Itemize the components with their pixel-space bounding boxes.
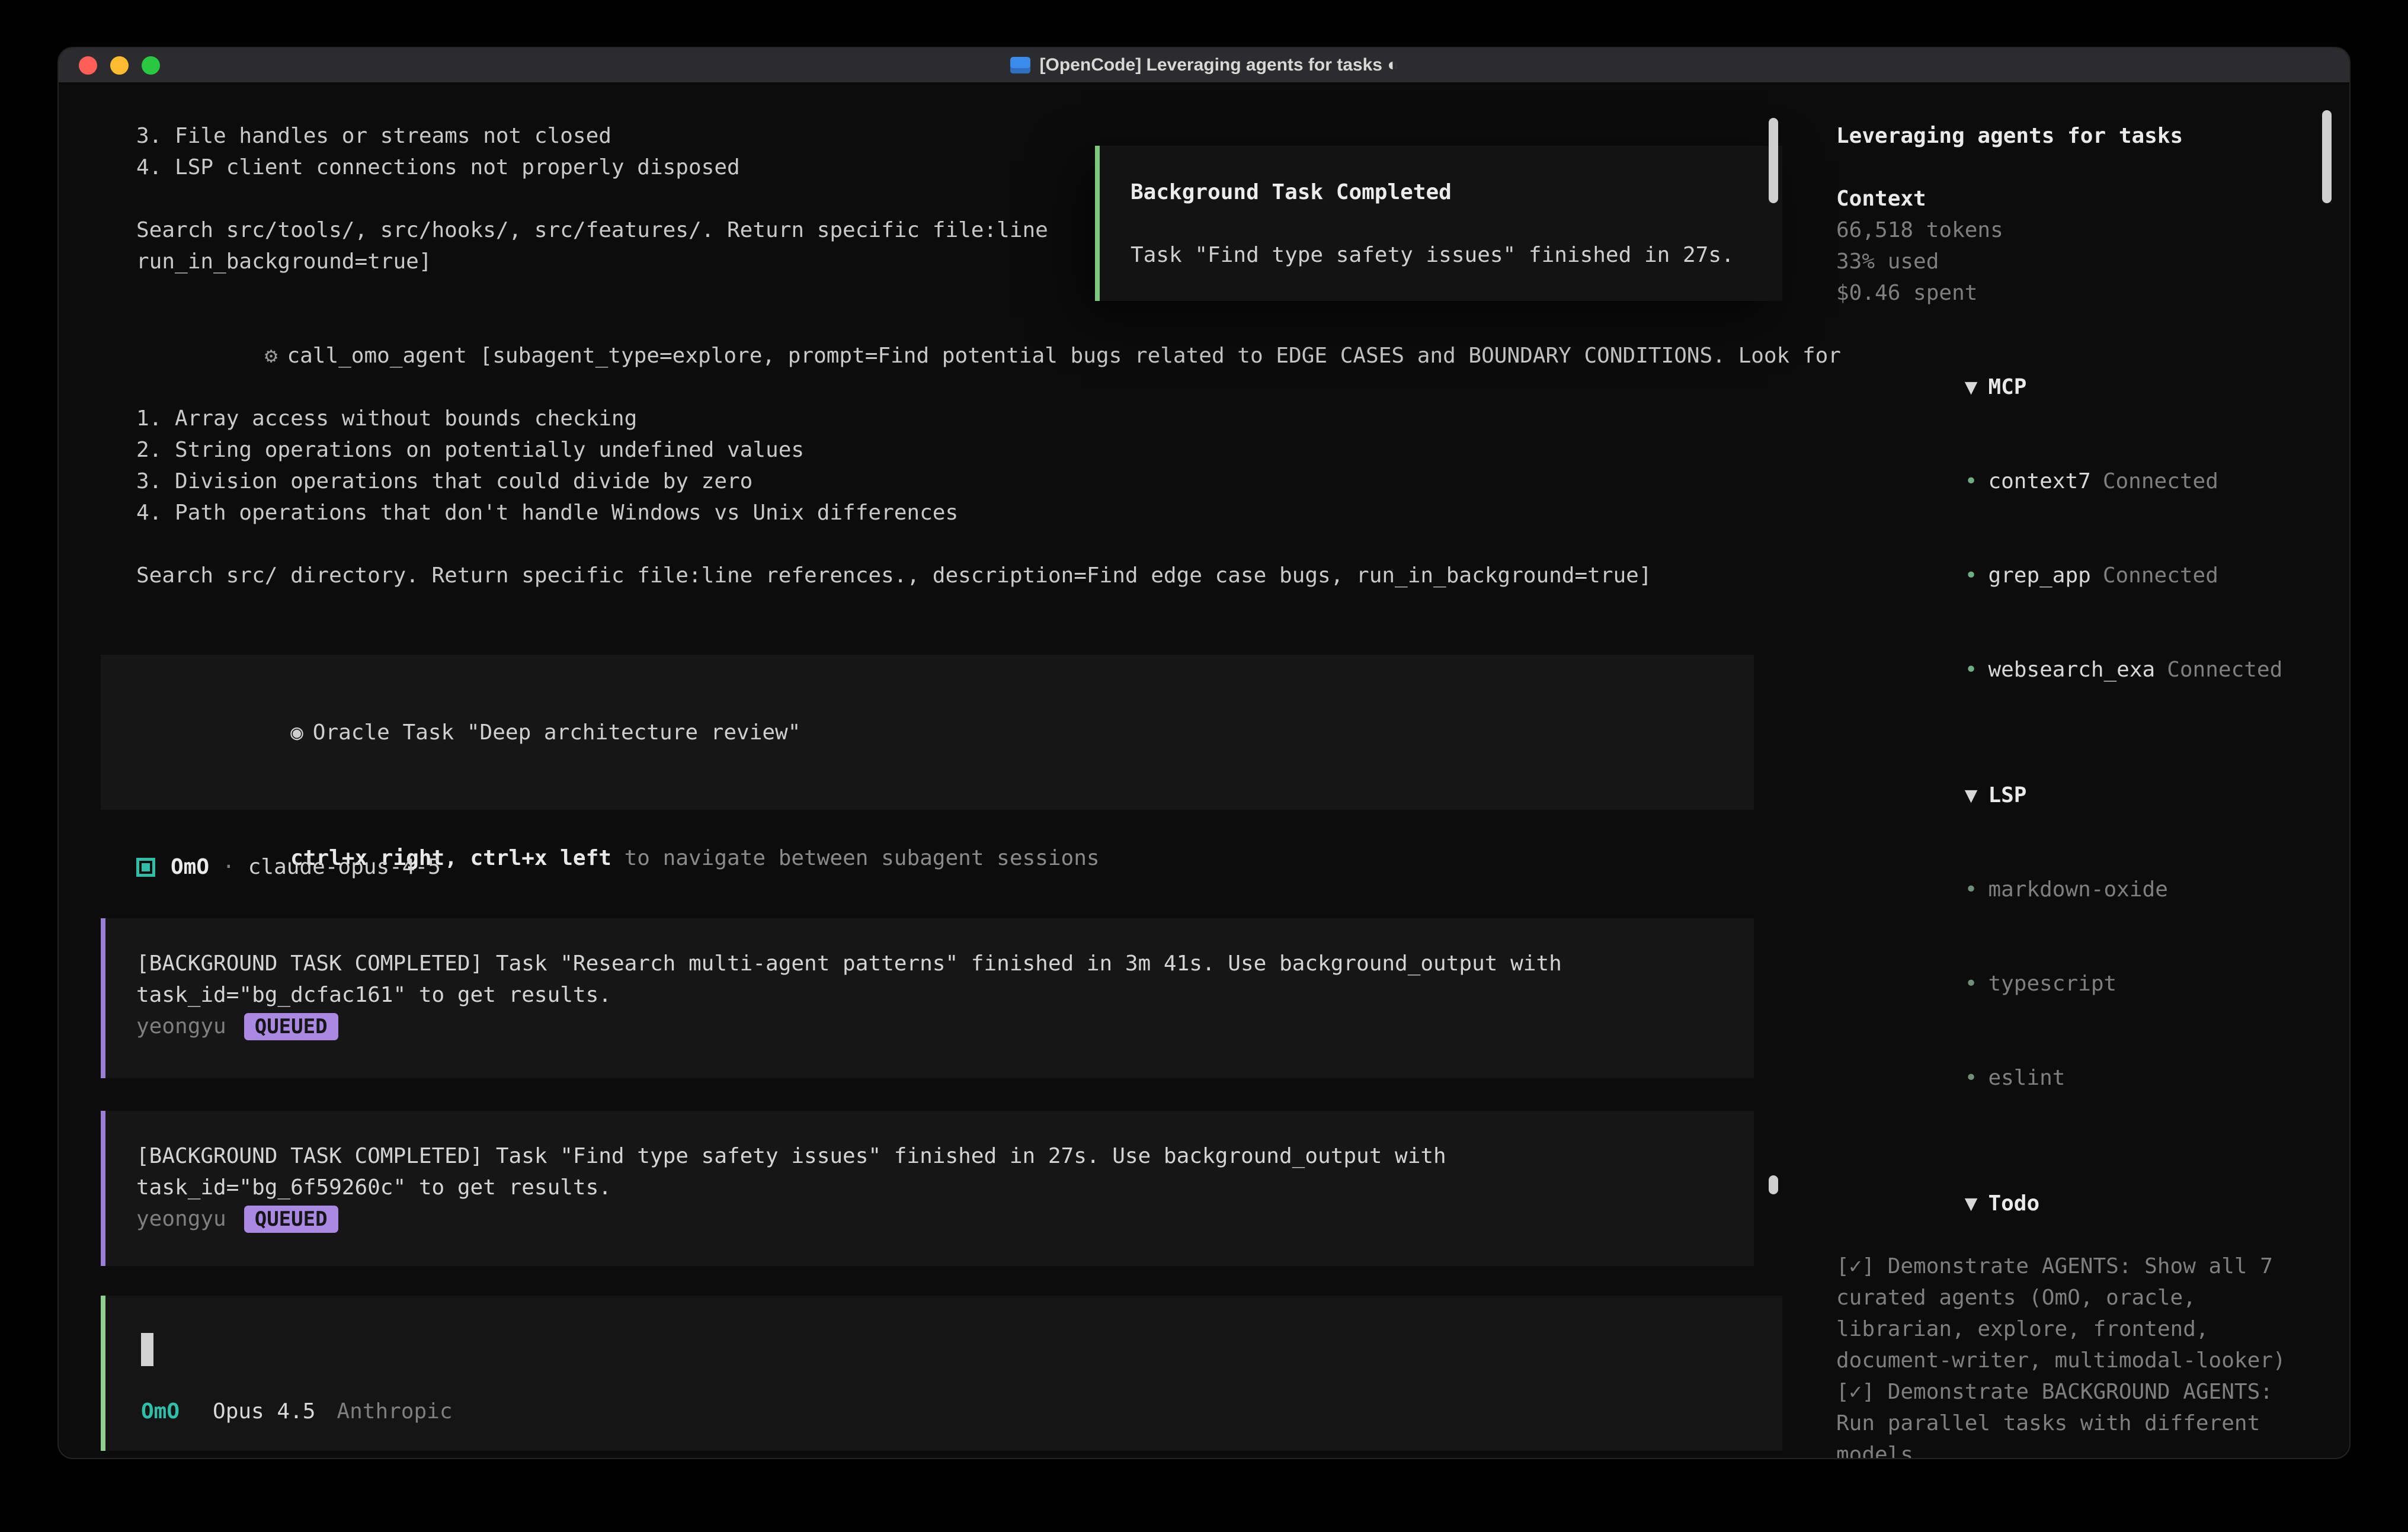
mcp-name: context7 [1988, 469, 2090, 493]
agent-square-icon [136, 858, 155, 877]
chevron-down-icon: ▼ [1965, 1191, 1978, 1216]
titlebar[interactable]: [OpenCode] Leveraging agents for tasks ◐ [59, 48, 2349, 84]
todo-line-done: curated agents (OmO, oracle, [1836, 1282, 2351, 1313]
todo-line-done: document-writer, multimodal-looker) [1836, 1345, 2351, 1376]
message-meta: yeongyu QUEUED [136, 1011, 1730, 1042]
message-user: yeongyu [136, 1011, 226, 1042]
session-icon: ◉ [290, 720, 303, 745]
mcp-heading: MCP [1988, 375, 2026, 399]
input-model-name: Opus 4.5 [213, 1396, 315, 1427]
message-meta: yeongyu QUEUED [136, 1203, 1730, 1235]
mcp-status: Connected [2167, 658, 2282, 682]
desktop: [OpenCode] Leveraging agents for tasks ◐… [0, 0, 2408, 1532]
status-badge: QUEUED [244, 1013, 338, 1040]
terminal-window: [OpenCode] Leveraging agents for tasks ◐… [57, 47, 2351, 1459]
notification-toast: Background Task Completed Task "Find typ… [1095, 146, 1782, 301]
tool-call-text: call_omo_agent [subagent_type=explore, p… [287, 344, 1841, 368]
context-tokens: 66,518 tokens [1836, 214, 2351, 246]
lsp-section-header[interactable]: ▼ LSP [1836, 748, 2351, 842]
separator: · [222, 851, 235, 883]
hint-text: to navigate between subagent sessions [611, 846, 1100, 870]
todo-line-done: Run parallel tasks with different [1836, 1408, 2351, 1439]
message-line: task_id="bg_6f59260c" to get results. [136, 1172, 1730, 1203]
agent-name: OmO [171, 851, 209, 883]
gear-icon: ⚙ [265, 344, 278, 368]
notification-title: Background Task Completed [1131, 177, 1782, 208]
background-task-message: [BACKGROUND TASK COMPLETED] Task "Resear… [101, 918, 1754, 1078]
tool-call-item: 3. Division operations that could divide… [101, 466, 1784, 497]
text-cursor [141, 1333, 153, 1366]
context-spent: $0.46 spent [1836, 277, 2351, 309]
lsp-name: typescript [1988, 972, 2116, 996]
tool-call-item: 2. String operations on potentially unde… [101, 434, 1784, 466]
tool-call-item: 1. Array access without bounds checking [101, 403, 1784, 434]
prompt-input[interactable]: OmO Opus 4.5 Anthropic [101, 1296, 1782, 1451]
main-scrollbar-thumb-lower[interactable] [1769, 1175, 1778, 1194]
message-line: task_id="bg_dcfac161" to get results. [136, 979, 1730, 1011]
context-used: 33% used [1836, 246, 2351, 277]
bullet-icon: • [1965, 658, 1978, 682]
mcp-name: websearch_exa [1988, 658, 2155, 682]
agent-model: claude-opus-4-5 [248, 851, 441, 883]
close-button[interactable] [79, 56, 97, 75]
todo-line-done: [✓] Demonstrate AGENTS: Show all 7 [1836, 1251, 2351, 1282]
todo-line-done: librarian, explore, frontend, [1836, 1313, 2351, 1345]
lsp-heading: LSP [1988, 783, 2026, 807]
traffic-lights [79, 48, 160, 82]
mcp-item: • grep_app Connected [1836, 528, 2351, 623]
lsp-name: eslint [1988, 1066, 2065, 1090]
status-badge: QUEUED [244, 1206, 338, 1233]
terminal-line: Search src/ directory. Return specific f… [101, 560, 1784, 591]
mcp-item: • websearch_exa Connected [1836, 623, 2351, 717]
bullet-icon: • [1965, 877, 1978, 902]
notification-body: Task "Find type safety issues" finished … [1131, 239, 1782, 271]
todo-heading: Todo [1988, 1191, 2039, 1216]
chevron-down-icon: ▼ [1965, 375, 1978, 399]
lsp-item: • eslint [1836, 1031, 2351, 1125]
message-line: [BACKGROUND TASK COMPLETED] Task "Find t… [136, 1140, 1730, 1172]
background-task-message: [BACKGROUND TASK COMPLETED] Task "Find t… [101, 1111, 1754, 1266]
message-user: yeongyu [136, 1203, 226, 1235]
todo-line-done: [✓] Demonstrate BACKGROUND AGENTS: [1836, 1376, 2351, 1408]
window-title: [OpenCode] Leveraging agents for tasks ◐ [1040, 55, 1398, 75]
lsp-item: • markdown-oxide [1836, 842, 2351, 937]
session-title: Leveraging agents for tasks [1836, 120, 2351, 152]
terminal-app-icon [1010, 57, 1030, 73]
mcp-section-header[interactable]: ▼ MCP [1836, 340, 2351, 434]
input-provider-name: Anthropic [337, 1396, 452, 1427]
mcp-item: • context7 Connected [1836, 434, 2351, 528]
minimize-button[interactable] [110, 56, 129, 75]
lsp-item: • typescript [1836, 937, 2351, 1031]
tool-call-line: ⚙call_omo_agent [subagent_type=explore, … [101, 309, 1784, 403]
main-scrollbar-thumb[interactable] [1769, 118, 1778, 203]
session-sidebar: Leveraging agents for tasks Context 66,5… [1784, 84, 2351, 1459]
bullet-icon: • [1965, 1066, 1978, 1090]
mcp-status: Connected [2103, 469, 2218, 493]
input-meta: OmO Opus 4.5 Anthropic [141, 1396, 453, 1427]
sidebar-scrollbar-thumb[interactable] [2322, 110, 2332, 203]
tool-call-item: 4. Path operations that don't handle Win… [101, 497, 1784, 528]
bullet-icon: • [1965, 972, 1978, 996]
bullet-icon: • [1965, 563, 1978, 588]
oracle-session-title: ◉ Oracle Task "Deep architecture review" [136, 685, 1730, 780]
chevron-down-icon: ▼ [1965, 783, 1978, 807]
window-title-group: [OpenCode] Leveraging agents for tasks ◐ [1010, 55, 1398, 75]
oracle-session-panel: ◉Oracle Task "Deep architecture review" … [101, 655, 1754, 810]
todo-section-header[interactable]: ▼ Todo [1836, 1156, 2351, 1251]
bullet-icon: • [1965, 469, 1978, 493]
todo-line-done: models [1836, 1439, 2351, 1459]
message-line: [BACKGROUND TASK COMPLETED] Task "Resear… [136, 948, 1730, 979]
zoom-button[interactable] [142, 56, 160, 75]
oracle-title-text: Oracle Task "Deep architecture review" [313, 720, 801, 745]
mcp-status: Connected [2103, 563, 2218, 588]
context-heading: Context [1836, 183, 2351, 214]
mcp-name: grep_app [1988, 563, 2090, 588]
input-agent-name: OmO [141, 1396, 180, 1427]
lsp-name: markdown-oxide [1988, 877, 2167, 902]
